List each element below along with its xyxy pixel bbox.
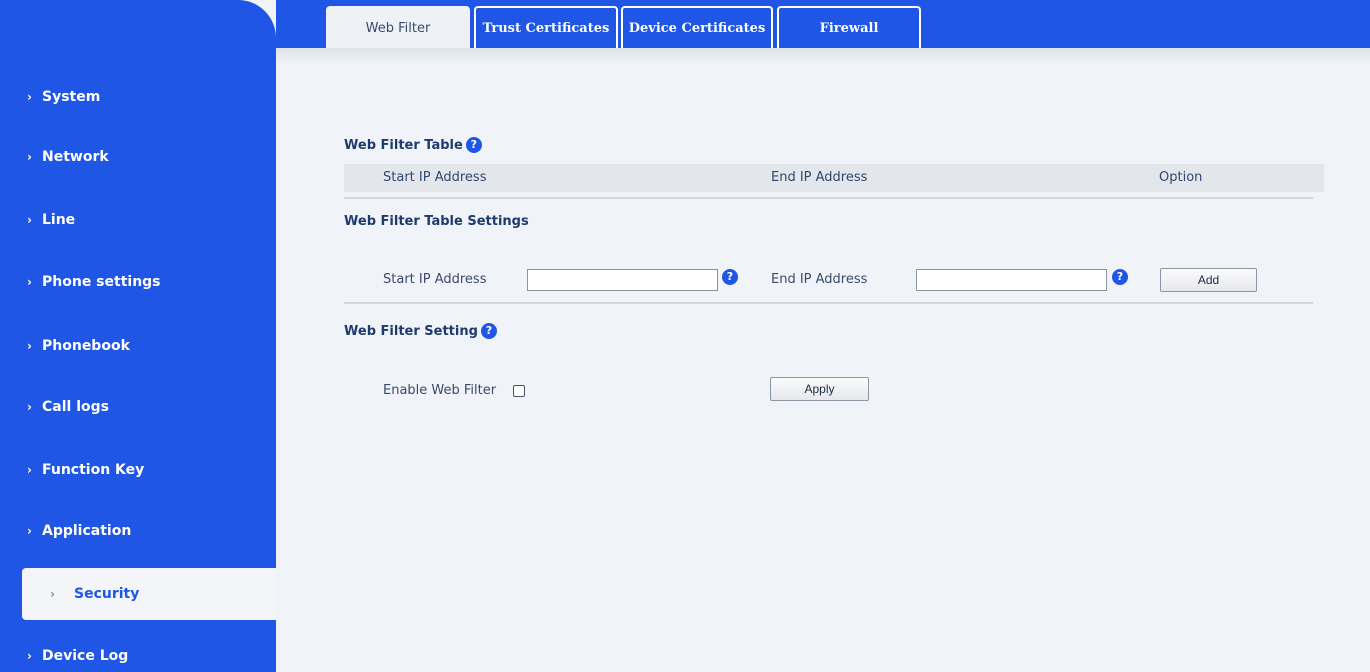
end-ip-label: End IP Address (771, 272, 868, 287)
sidebar-item-label: Phone settings (42, 274, 161, 290)
start-ip-input[interactable] (527, 269, 718, 291)
web-filter-table-title: Web Filter Table ? (344, 137, 482, 153)
start-ip-label: Start IP Address (383, 272, 487, 287)
column-end-ip: End IP Address (771, 170, 868, 185)
help-icon[interactable]: ? (722, 269, 738, 285)
enable-web-filter-label: Enable Web Filter (383, 383, 497, 398)
chevron-right-icon: › (27, 90, 32, 104)
tab-device-certificates[interactable]: Device Certificates (621, 6, 773, 48)
chevron-right-icon: › (50, 587, 55, 601)
sidebar-item-label: Device Log (42, 648, 129, 664)
tab-label: Device Certificates (628, 20, 766, 36)
sidebar-item-label: System (42, 89, 101, 105)
sidebar-item-call-logs[interactable]: › Call logs (0, 385, 276, 429)
help-icon[interactable]: ? (480, 323, 497, 339)
divider (344, 302, 1313, 304)
filter-setting-title: Web Filter Setting ? (344, 323, 497, 339)
sidebar-item-label: Call logs (42, 399, 109, 415)
sidebar-item-line[interactable]: › Line (0, 198, 276, 242)
sidebar-item-network[interactable]: › Network (0, 135, 276, 179)
sidebar-item-label: Function Key (42, 462, 145, 478)
sidebar-item-function-key[interactable]: › Function Key (0, 448, 276, 492)
tab-label: Trust Certificates (482, 20, 610, 36)
chevron-right-icon: › (27, 213, 32, 227)
section-title-text: Web Filter Table Settings (344, 214, 529, 229)
section-title-text: Web Filter Table (344, 137, 463, 153)
sidebar-item-label: Phonebook (42, 338, 130, 354)
chevron-right-icon: › (27, 339, 32, 353)
column-start-ip: Start IP Address (383, 170, 487, 185)
tab-trust-certificates[interactable]: Trust Certificates (474, 6, 618, 48)
sidebar-item-label: Security (74, 586, 140, 602)
enable-web-filter-checkbox[interactable] (513, 385, 525, 397)
sidebar-item-application[interactable]: › Application (0, 509, 276, 553)
sidebar-item-device-log[interactable]: › Device Log (0, 634, 276, 672)
divider (344, 197, 1313, 199)
tab-label: Firewall (819, 20, 879, 36)
table-settings-title: Web Filter Table Settings (344, 214, 529, 229)
chevron-right-icon: › (27, 524, 32, 538)
chevron-right-icon: › (27, 275, 32, 289)
help-icon[interactable]: ? (1112, 269, 1128, 285)
sidebar-item-label: Application (42, 523, 132, 539)
tab-web-filter[interactable]: Web Filter (326, 6, 470, 48)
tab-label: Web Filter (365, 20, 431, 36)
sidebar-item-label: Network (42, 149, 109, 165)
column-option: Option (1159, 170, 1203, 185)
sidebar-item-label: Line (42, 212, 76, 228)
apply-button[interactable]: Apply (770, 377, 869, 401)
add-button[interactable]: Add (1160, 268, 1257, 292)
chevron-right-icon: › (27, 649, 32, 663)
help-icon[interactable]: ? (465, 137, 482, 153)
sidebar-item-security[interactable]: › Security (22, 568, 276, 620)
tab-bar-shadow (276, 48, 1370, 64)
sidebar-item-phone-settings[interactable]: › Phone settings (0, 260, 276, 304)
chevron-right-icon: › (27, 150, 32, 164)
end-ip-input[interactable] (916, 269, 1107, 291)
chevron-right-icon: › (27, 463, 32, 477)
sidebar-item-phonebook[interactable]: › Phonebook (0, 324, 276, 368)
web-filter-table-header: Start IP Address End IP Address Option (344, 164, 1324, 192)
sidebar-item-system[interactable]: › System (0, 75, 276, 119)
section-title-text: Web Filter Setting (344, 323, 478, 339)
chevron-right-icon: › (27, 400, 32, 414)
tab-firewall[interactable]: Firewall (777, 6, 921, 48)
